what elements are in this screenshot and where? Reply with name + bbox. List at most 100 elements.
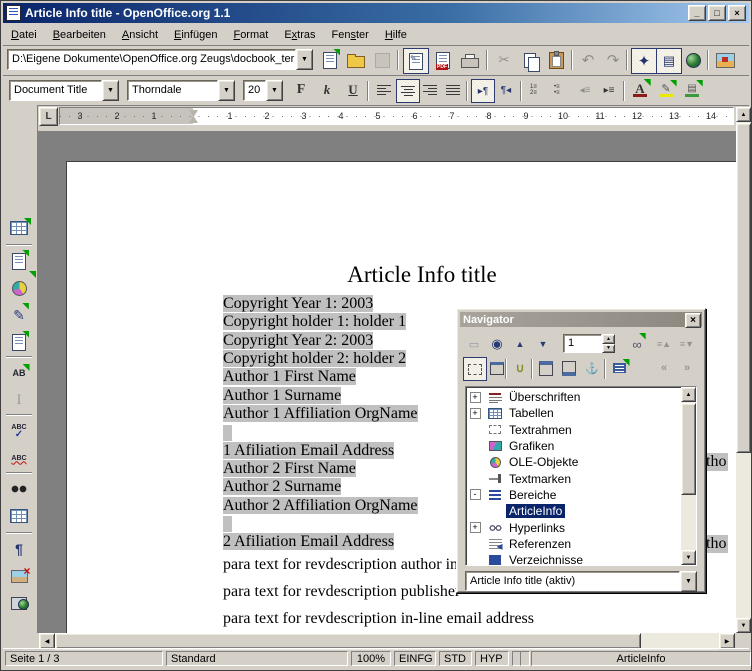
status-page[interactable]: Seite 1 / 3 bbox=[5, 651, 163, 666]
tree-item-label[interactable]: OLE-Objekte bbox=[506, 455, 581, 469]
overflow-text-fragment[interactable]: tho bbox=[706, 453, 728, 471]
field-text[interactable]: Author 1 First Name bbox=[223, 368, 356, 385]
field-text[interactable]: Author 1 Surname bbox=[223, 387, 341, 404]
header-button[interactable] bbox=[535, 357, 557, 379]
document-heading[interactable]: Article Info title bbox=[187, 262, 657, 288]
font-field[interactable]: Thorndale bbox=[127, 80, 218, 101]
tree-item-referenzen[interactable]: Referenzen bbox=[466, 536, 681, 552]
demote-chapter-button[interactable]: ≡▼ bbox=[676, 333, 698, 355]
menu-extras[interactable]: Extras bbox=[276, 26, 323, 44]
status-selection-mode[interactable]: STD bbox=[439, 651, 472, 666]
style-combo[interactable]: Document Title ▼ bbox=[9, 80, 119, 101]
minimize-button[interactable]: _ bbox=[688, 5, 706, 21]
menu-hilfe[interactable]: Hilfe bbox=[377, 26, 415, 44]
navigator-tree-scrollbar[interactable]: ▲ ▼ bbox=[681, 387, 696, 565]
tree-scrollbar-thumb[interactable] bbox=[681, 403, 696, 495]
cut-button[interactable]: ✂ bbox=[492, 48, 516, 72]
italic-button[interactable]: k bbox=[316, 79, 338, 101]
align-center-button[interactable] bbox=[396, 79, 420, 103]
tree-item-articleinfo[interactable]: ArticleInfo bbox=[466, 503, 681, 519]
export-pdf-button[interactable]: PDF bbox=[431, 48, 455, 72]
field-stub[interactable] bbox=[223, 516, 232, 532]
navigator-title-bar[interactable]: Navigator × bbox=[460, 312, 702, 327]
spin-down-icon[interactable]: ▼ bbox=[602, 344, 615, 354]
tree-item-label[interactable]: Referenzen bbox=[506, 537, 574, 551]
increase-indent-button[interactable]: ▸≡ bbox=[598, 79, 620, 101]
font-dropdown-button[interactable]: ▼ bbox=[218, 80, 235, 101]
graphics-onoff-button[interactable] bbox=[6, 563, 32, 589]
tree-item-oleobjekte[interactable]: OLE-Objekte bbox=[466, 454, 681, 470]
tree-item-label[interactable]: Bereiche bbox=[506, 488, 559, 502]
title-bar[interactable]: Article Info title - OpenOffice.org 1.1 … bbox=[3, 3, 749, 23]
tree-item-textmarken[interactable]: Textmarken bbox=[466, 470, 681, 486]
url-field[interactable]: D:\Eigene Dokumente\OpenOffice.org Zeugs… bbox=[7, 49, 296, 70]
tree-item-hyperlinks[interactable]: +Hyperlinks bbox=[466, 519, 681, 535]
tree-item-grafiken[interactable]: Grafiken bbox=[466, 438, 681, 454]
insert-link-button[interactable]: ∞ bbox=[626, 333, 648, 355]
align-justify-button[interactable] bbox=[442, 79, 464, 101]
form-functions-button[interactable] bbox=[6, 329, 32, 355]
underline-button[interactable]: U bbox=[342, 79, 364, 101]
copy-button[interactable] bbox=[518, 48, 542, 72]
field-text[interactable]: Copyright holder 1: holder 1 bbox=[223, 313, 406, 330]
auto-spellcheck-button[interactable]: ABC bbox=[6, 445, 32, 471]
demote-level-button[interactable]: » bbox=[676, 357, 698, 379]
redo-button[interactable]: ↷ bbox=[601, 48, 625, 72]
status-page-style[interactable]: Standard bbox=[166, 651, 348, 666]
align-right-button[interactable] bbox=[419, 79, 441, 101]
data-sources-button[interactable] bbox=[6, 503, 32, 529]
promote-chapter-button[interactable]: ≡▲ bbox=[653, 333, 675, 355]
menu-bearbeiten[interactable]: Bearbeiten bbox=[45, 26, 114, 44]
open-button[interactable] bbox=[344, 48, 368, 72]
navigator-document-selector[interactable]: Article Info title (aktiv) ▼ bbox=[465, 571, 697, 591]
listbox-onoff-button[interactable] bbox=[608, 357, 630, 379]
hyperlink-bar-button[interactable] bbox=[681, 48, 705, 72]
paragraph-background-button[interactable]: ▤ bbox=[681, 79, 703, 101]
tree-item-label[interactable]: Hyperlinks bbox=[506, 521, 568, 535]
page-number-field[interactable]: 1 bbox=[563, 334, 602, 353]
field-text[interactable]: 1 Afiliation Email Address bbox=[223, 442, 394, 459]
navigator-toggle-button[interactable]: ▭ bbox=[463, 333, 485, 355]
horizontal-ruler[interactable]: 3211234567891011121314 bbox=[59, 107, 734, 125]
paste-button[interactable] bbox=[544, 48, 568, 72]
collapse-minus-icon[interactable]: - bbox=[470, 489, 481, 500]
highlighting-button[interactable]: ✎ bbox=[655, 79, 677, 101]
bold-button[interactable]: F bbox=[290, 79, 312, 101]
tree-item-label[interactable]: Verzeichnisse bbox=[506, 553, 586, 566]
gallery-button[interactable] bbox=[713, 48, 737, 72]
tree-item-berschriften[interactable]: +Überschriften bbox=[466, 389, 681, 405]
align-left-button[interactable] bbox=[373, 79, 395, 101]
font-combo[interactable]: Thorndale ▼ bbox=[127, 80, 235, 101]
navigator-document-field[interactable]: Article Info title (aktiv) bbox=[465, 571, 680, 591]
find-button[interactable] bbox=[6, 476, 32, 502]
expand-plus-icon[interactable]: + bbox=[470, 392, 481, 403]
insert-button[interactable] bbox=[6, 248, 32, 274]
tree-item-label[interactable]: ArticleInfo bbox=[506, 504, 565, 518]
bullet-list-button[interactable]: •≡ •≡ bbox=[550, 79, 572, 101]
menu-datei[interactable]: Datei bbox=[3, 26, 45, 44]
field-text[interactable]: Author 2 First Name bbox=[223, 460, 356, 477]
expand-plus-icon[interactable]: + bbox=[470, 408, 481, 419]
tree-scroll-down-button[interactable]: ▼ bbox=[681, 550, 696, 565]
field-text[interactable]: Copyright Year 1: 2003 bbox=[223, 295, 373, 312]
close-button[interactable]: × bbox=[728, 5, 746, 21]
draw-functions-button[interactable]: ✎ bbox=[6, 302, 32, 328]
direct-cursor-button[interactable]: I bbox=[6, 387, 32, 413]
style-dropdown-button[interactable]: ▼ bbox=[102, 80, 119, 101]
stylist-button[interactable]: ▤ bbox=[656, 48, 682, 74]
fontsize-field[interactable]: 20 bbox=[243, 80, 266, 101]
promote-level-button[interactable]: « bbox=[653, 357, 675, 379]
field-text[interactable]: 2 Afiliation Email Address bbox=[223, 533, 394, 550]
navigator-button[interactable]: ✦ bbox=[631, 48, 657, 74]
previous-object-button[interactable]: ▲ bbox=[509, 333, 531, 355]
tree-item-textrahmen[interactable]: Textrahmen bbox=[466, 422, 681, 438]
navigation-button[interactable]: ◉ bbox=[486, 333, 508, 355]
page-number-spin-buttons[interactable]: ▲ ▼ bbox=[602, 334, 615, 353]
autotext-button[interactable]: AB bbox=[6, 360, 32, 386]
tree-item-tabellen[interactable]: +Tabellen bbox=[466, 405, 681, 421]
overflow-text-fragment[interactable]: tho bbox=[706, 535, 728, 553]
tree-item-label[interactable]: Textrahmen bbox=[506, 423, 575, 437]
field-text[interactable]: Author 2 Affiliation OrgName bbox=[223, 497, 418, 514]
scroll-left-button[interactable]: ◀ bbox=[39, 633, 55, 649]
tree-scroll-up-button[interactable]: ▲ bbox=[681, 387, 696, 402]
